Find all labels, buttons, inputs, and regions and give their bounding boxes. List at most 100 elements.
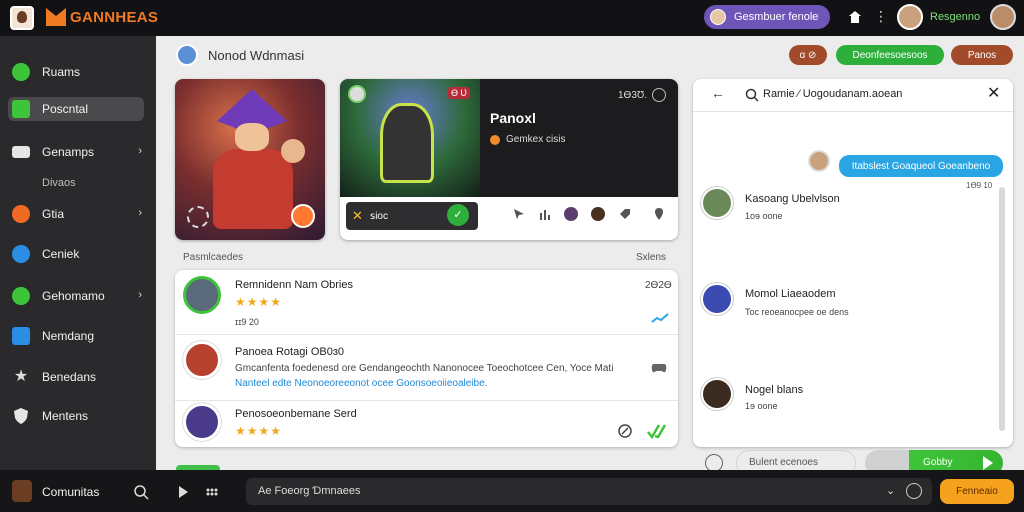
sidebar-sub-label[interactable]: Divaos (42, 177, 76, 189)
sidebar-item-gehomamo[interactable]: Gehomamo › (8, 284, 144, 308)
pointer-icon[interactable] (512, 207, 526, 221)
page-title: Nonod Wdnmasi (208, 48, 305, 63)
hero-face (235, 123, 269, 151)
row-title: Remnidenn Nam Obries (235, 279, 353, 291)
sidebar-item-mentens[interactable]: Mentens (8, 404, 144, 428)
message-preview: 1ɘ oone (745, 401, 778, 411)
gear-icon[interactable] (187, 206, 209, 228)
brand-name: GANNHEAS (70, 9, 159, 26)
chevron-down-icon[interactable]: ⌄ (886, 484, 895, 497)
hero-card-character[interactable] (175, 79, 325, 240)
bottom-action-label: Fenneaio (956, 486, 998, 497)
main-content: Nonod Wdnmasi ɑ ⊘ Deonfeesoesoos Panos Ɵ… (156, 36, 1024, 476)
send-label: Gobby (923, 457, 953, 468)
location-pin-icon[interactable] (652, 207, 666, 221)
community-label[interactable]: Comunitas (42, 485, 99, 499)
feature-bar-label: ꜱioc (370, 211, 388, 222)
sidebar-item-label: Benedans (42, 370, 97, 384)
avatar (701, 187, 733, 219)
avatar (701, 283, 733, 315)
orange-circle-icon (12, 205, 30, 223)
header-button-panos[interactable]: Panos (951, 45, 1013, 65)
feature-figure (380, 103, 434, 183)
user-avatar[interactable] (897, 4, 923, 30)
check-icon[interactable]: ✓ (447, 204, 469, 226)
pill-avatar (710, 9, 726, 25)
bottom-action-button[interactable]: Fenneaio (940, 479, 1014, 504)
bottom-bar: Comunitas Ae Foeorg Ɗmnaees ⌄ Fenneaio (0, 470, 1024, 512)
search-icon[interactable] (133, 484, 149, 500)
clipboard-icon (12, 327, 30, 345)
shield-icon (14, 408, 28, 424)
chevron-right-icon: › (138, 289, 142, 301)
list-item[interactable]: Remnidenn Nam Obries ★★★★ ɪɪ9 20 2Ɵ2Ɵ (175, 270, 678, 334)
tag-icon[interactable] (618, 207, 632, 221)
grid-dots-icon[interactable] (204, 484, 220, 500)
row-link[interactable]: Nanteel edte Neonoeoreeonot ocee Goonsoe… (235, 378, 645, 389)
top-bar: GANNHEAS Gesmbuer fenole ⋮ Resgenno (0, 0, 1024, 36)
more-vertical-icon[interactable]: ⋮ (874, 9, 888, 23)
play-icon[interactable] (175, 484, 191, 500)
row-value: 2Ɵ2Ɵ (645, 280, 672, 291)
header-button-label: ɑ ⊘ (799, 49, 817, 61)
sidebar-item-poscntal[interactable]: Poscntal (8, 97, 144, 121)
blue-circle-icon (12, 245, 30, 263)
chart-bars-icon[interactable] (538, 207, 552, 221)
sidebar-item-label: Nemdang (42, 329, 95, 343)
check-double-icon[interactable] (647, 423, 667, 439)
clock-icon[interactable] (906, 483, 922, 499)
sidebar-item-genamps[interactable]: Genamps › (8, 140, 144, 164)
green-square-icon (12, 100, 30, 118)
bottom-input-placeholder: Ae Foeorg Ɗmnaees (258, 485, 361, 497)
trend-icon (651, 313, 669, 323)
back-arrow-icon[interactable]: ← (711, 85, 725, 101)
sidebar-item-ruams[interactable]: Ruams (8, 60, 144, 84)
avatar-small-icon[interactable] (591, 207, 605, 221)
header-button-green[interactable]: Deonfeesoesoos (836, 45, 944, 65)
bottom-search-input[interactable]: Ae Foeorg Ɗmnaees (246, 478, 932, 505)
message-sender: Nogel blans (745, 384, 804, 396)
logo-icon (46, 8, 66, 26)
message-sender: Kasoang Ubelvlson (745, 193, 840, 205)
sidebar-item-benedans[interactable]: ★ Benedans (8, 365, 144, 389)
pill-label: Gesmbuer fenole (734, 11, 819, 23)
avatar-small-icon[interactable] (564, 207, 578, 221)
send-arrow-icon[interactable] (983, 456, 993, 470)
feature-subtitle: Gemkex cisis (506, 134, 566, 145)
home-icon[interactable] (848, 10, 862, 24)
more-circle-icon[interactable] (652, 88, 666, 102)
hero-card-feature[interactable]: Ɵ Ʋ Panoxl Gemkex cisis 1Ɵ3Ʊ. ✕ ꜱioc ✓ (340, 79, 678, 240)
row-meta: ɪɪ9 20 (235, 317, 259, 327)
sidebar-item-label: Poscntal (42, 102, 89, 116)
profile-pill[interactable]: Gesmbuer fenole (704, 5, 830, 29)
message-bubble: Itabslest Goaqueol Goeanbeno (839, 155, 1003, 177)
list-item[interactable]: Penosoeonbemane Serd ★★★★ (175, 400, 678, 447)
avatar (183, 403, 221, 441)
sidebar-item-nemdang[interactable]: Nemdang (8, 324, 144, 348)
header-button-label: Panos (967, 49, 997, 61)
secondary-avatar[interactable] (990, 4, 1016, 30)
list-item[interactable]: Panoea Rotagi OB0ɜ0 Gmcanfenta foedenesd… (175, 334, 678, 400)
chat-scrollbar[interactable] (999, 187, 1005, 431)
sidebar-item-gtia[interactable]: Gtia › (8, 202, 144, 226)
sidebar-item-ceniek[interactable]: Ceniek (8, 242, 144, 266)
sidebar-item-label: Gtia (42, 207, 65, 221)
chevron-right-icon: › (138, 145, 142, 157)
sidebar-item-label: Gehomamo (42, 289, 105, 303)
edit-icon[interactable] (617, 423, 633, 439)
feature-number: 1Ɵ3Ʊ. (618, 90, 648, 101)
close-icon[interactable]: ✕ (987, 83, 1000, 103)
list-panel: Remnidenn Nam Obries ★★★★ ɪɪ9 20 2Ɵ2Ɵ Pa… (175, 270, 678, 447)
row-description: Gmcanfenta foedenesd ore Gendangeochth N… (235, 363, 614, 374)
avatar (183, 341, 221, 379)
feature-title: Panoxl (490, 110, 536, 126)
community-avatar[interactable] (12, 480, 32, 502)
header-button-small[interactable]: ɑ ⊘ (789, 45, 827, 65)
user-name[interactable]: Resgenno (930, 11, 980, 23)
section-link[interactable]: Sxlens (636, 252, 666, 263)
header-button-label: Deonfeesoesoos (852, 49, 928, 61)
gamepad-icon[interactable] (651, 361, 667, 375)
app-avatar[interactable] (10, 6, 34, 30)
orb-icon[interactable] (291, 204, 315, 228)
search-icon[interactable] (745, 88, 759, 102)
